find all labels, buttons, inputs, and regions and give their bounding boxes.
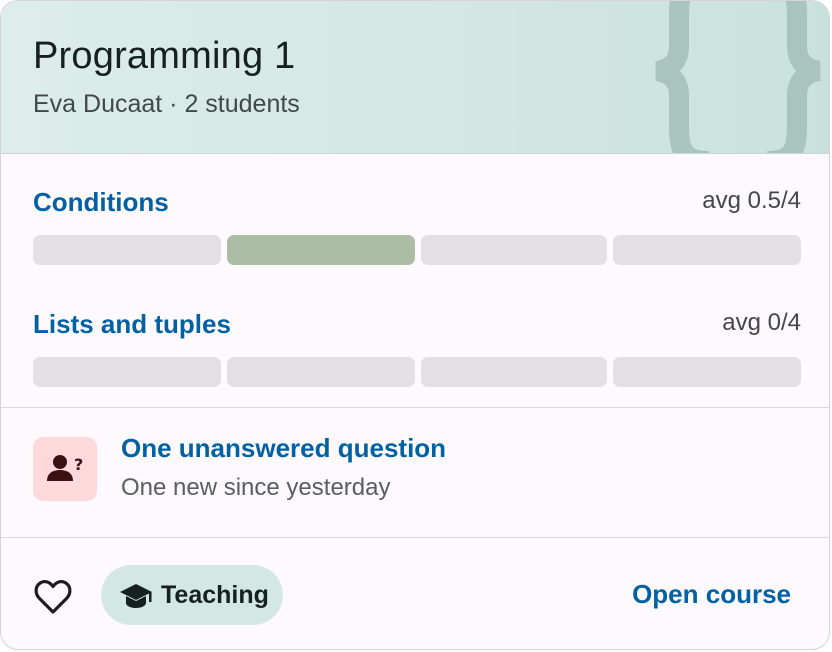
progress-segment: [33, 357, 221, 387]
person-question-icon: ?: [47, 455, 83, 481]
questions-subtitle: One new since yesterday: [121, 474, 391, 501]
progress-bars: [33, 357, 801, 387]
course-title: Programming 1: [33, 35, 296, 77]
course-subtitle: Eva Ducaat · 2 students: [33, 90, 300, 118]
topic-average: avg 0.5/4: [702, 187, 801, 214]
progress-segment: [613, 235, 801, 265]
teaching-role-chip[interactable]: Teaching: [101, 565, 283, 625]
section-divider: [1, 407, 829, 408]
topic-average: avg 0/4: [722, 309, 801, 336]
progress-segment: [33, 235, 221, 265]
section-divider: [1, 537, 829, 538]
curly-braces-icon: [654, 1, 822, 153]
progress-segment: [227, 357, 415, 387]
unanswered-questions-link[interactable]: One unanswered question: [121, 433, 446, 464]
course-header: Programming 1 Eva Ducaat · 2 students: [1, 1, 829, 154]
open-course-button[interactable]: Open course: [632, 579, 791, 610]
heart-outline-icon[interactable]: [31, 575, 75, 619]
progress-bars: [33, 235, 801, 265]
question-icon-container: ?: [33, 437, 97, 501]
course-card: Programming 1 Eva Ducaat · 2 students Co…: [0, 0, 830, 650]
progress-segment: [421, 235, 607, 265]
topic-link-conditions[interactable]: Conditions: [33, 187, 169, 218]
progress-segment: [421, 357, 607, 387]
chip-label: Teaching: [161, 581, 269, 609]
progress-segment: [613, 357, 801, 387]
svg-text:?: ?: [74, 455, 83, 474]
progress-segment-filled: [227, 235, 415, 265]
graduation-cap-icon: [120, 584, 152, 608]
topic-link-lists-and-tuples[interactable]: Lists and tuples: [33, 309, 231, 340]
